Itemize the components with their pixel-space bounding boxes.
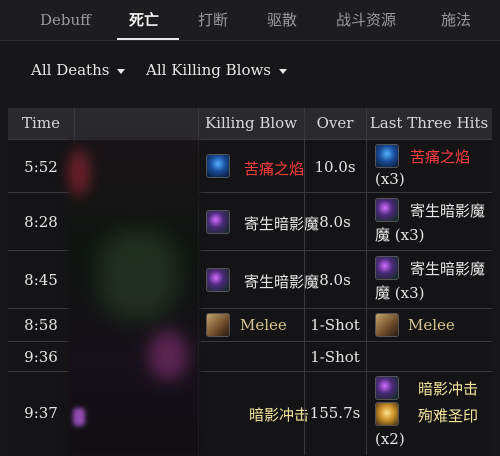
killing-blows-filter-label: All Killing Blows [146, 61, 272, 79]
last-hit-name: 寄生暗影魔 [410, 260, 486, 278]
last-hit-name: 寄生暗影魔 [410, 202, 486, 220]
last-hit-name: Melee [408, 316, 455, 334]
shadow-spell-icon [375, 256, 399, 280]
row-over: 8.0s [319, 271, 351, 289]
tab-combat-resources[interactable]: 战斗资源 [336, 8, 396, 32]
tab-casts[interactable]: 施法 [441, 8, 471, 32]
row-over: 155.7s [309, 404, 361, 422]
tab-interrupts[interactable]: 打断 [198, 8, 228, 32]
column-divider [366, 108, 367, 455]
melee-icon [206, 313, 230, 337]
header-last-three-hits[interactable]: Last Three Hits [366, 108, 492, 139]
killing-blow-name: 苦痛之焰 [244, 160, 305, 178]
holy-spell-icon [375, 402, 399, 426]
filter-bar: All Deaths All Killing Blows [0, 56, 500, 84]
row-time: 8:58 [24, 316, 58, 334]
tab-deaths[interactable]: 死亡 [129, 8, 159, 32]
row-time: 9:36 [24, 348, 58, 366]
row-time: 5:52 [24, 158, 58, 176]
last-hit-name-wrap: 魔 (x3) [375, 226, 425, 244]
row-over: 10.0s [314, 158, 356, 176]
row-time: 8:45 [24, 271, 58, 289]
row-time: 9:37 [24, 404, 58, 422]
column-divider [304, 108, 305, 455]
last-hit-name: 苦痛之焰 [410, 148, 471, 166]
fire-spell-icon [375, 144, 399, 168]
shadow-spell-icon [206, 210, 230, 234]
blur-blob [98, 230, 178, 320]
melee-icon [375, 313, 399, 337]
row-over: 1-Shot [310, 348, 360, 366]
killing-blow-name: 暗影冲击 [249, 406, 310, 424]
last-hit-count: (x2) [375, 430, 405, 448]
last-hit-count: (x3) [394, 226, 425, 244]
tab-debuff[interactable]: Debuff [40, 8, 91, 32]
row-over: 1-Shot [310, 316, 360, 334]
header-over[interactable]: Over [304, 108, 366, 139]
last-hit-name: 暗影冲击 [418, 380, 479, 398]
deaths-filter-label: All Deaths [31, 61, 110, 79]
shadow-spell-icon [206, 268, 230, 292]
tab-dispels[interactable]: 驱散 [267, 8, 297, 32]
chevron-down-icon [279, 68, 288, 74]
chevron-down-icon [117, 68, 126, 74]
last-hit-count: (x3) [375, 170, 405, 188]
killing-blows-filter-dropdown[interactable]: All Killing Blows [146, 56, 288, 84]
obscured-name-column [68, 140, 200, 455]
deaths-filter-dropdown[interactable]: All Deaths [31, 56, 126, 84]
blur-blob [148, 330, 188, 380]
active-tab-underline [117, 38, 179, 40]
row-over: 8.0s [319, 213, 351, 231]
killing-blow-name: Melee [240, 316, 287, 334]
shadow-spell-icon [375, 376, 399, 400]
header-time[interactable]: Time [8, 108, 74, 139]
shadow-spell-icon [375, 198, 399, 222]
row-time: 8:28 [24, 213, 58, 231]
fire-spell-icon [206, 154, 230, 178]
header-killing-blow[interactable]: Killing Blow [198, 108, 304, 139]
last-hit-count: (x3) [394, 284, 425, 302]
table-header: Time Killing Blow Over Last Three Hits [8, 108, 492, 139]
last-hit-name-wrap: 魔 (x3) [375, 284, 425, 302]
class-icon [73, 408, 85, 426]
tab-bar: Debuff 死亡 打断 驱散 战斗资源 施法 [0, 0, 500, 41]
last-hit-name: 殉难圣印 [418, 407, 479, 425]
blur-blob [68, 150, 90, 196]
